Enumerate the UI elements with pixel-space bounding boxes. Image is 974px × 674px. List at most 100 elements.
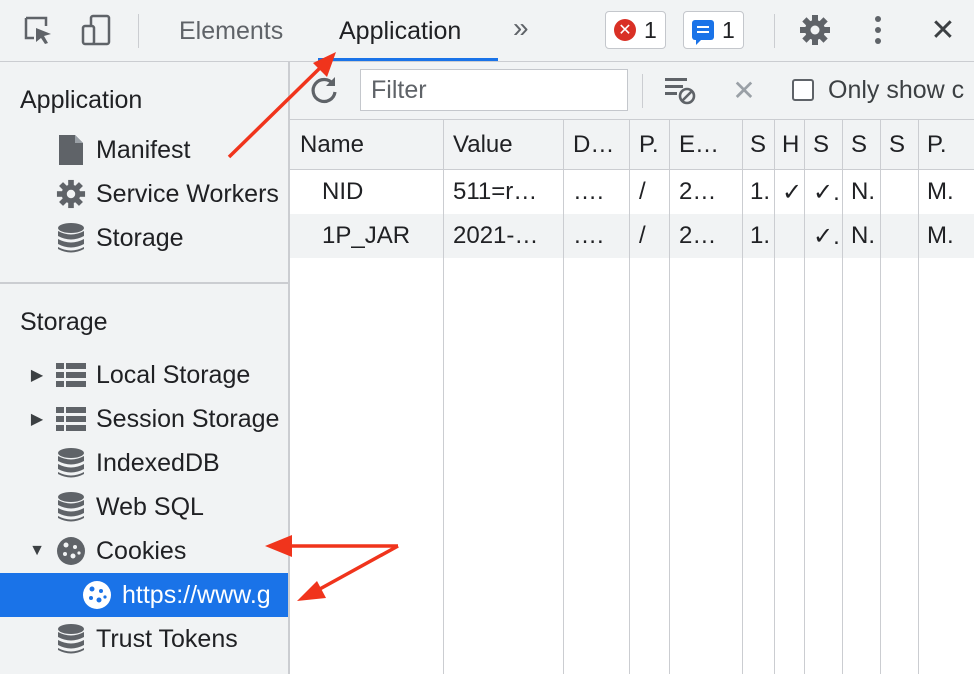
sidebar-heading-storage: Storage [20,308,108,336]
cookie-icon [80,578,114,612]
column-divider[interactable] [669,120,670,674]
more-options-kebab-icon[interactable] [860,12,896,48]
collapse-triangle-icon[interactable]: ▼ [28,542,46,560]
sidebar-item-label: Service Workers [96,179,279,208]
error-count-badge[interactable]: ✕ 1 [605,11,666,49]
sidebar-item-service-workers[interactable]: Service Workers [0,172,288,216]
cookie-priority-cell: M. [927,222,954,249]
cookie-expires-cell: 2… [679,178,717,205]
column-header-expires[interactable]: E… [669,120,742,169]
filterbar-separator [642,74,643,108]
delete-selected-icon[interactable]: ✕ [726,72,762,108]
table-header-row: Name Value D… P. E… S H S S S P. [290,120,974,170]
table-row[interactable]: 1P_JAR 2021-… …. / 2… 1. ✓. N. M. [290,214,974,258]
cookie-httponly-cell: ✓ [782,178,803,206]
cookie-sameparty-cell [880,214,918,258]
sidebar-item-label: https://www.g [122,580,271,609]
column-header-priority[interactable]: P. [918,120,974,169]
active-tab-indicator [318,58,498,61]
sidebar-item-label: Local Storage [96,360,251,389]
sidebar-item-label: IndexedDB [96,448,220,477]
column-divider[interactable] [443,120,444,674]
sidebar-item-web-sql[interactable]: Web SQL [0,485,288,529]
column-divider[interactable] [918,120,919,674]
sidebar-divider [0,282,288,284]
column-header-name[interactable]: Name [290,120,443,169]
column-header-samesite[interactable]: S [842,120,880,169]
cookie-samesite-cell: N. [851,178,875,205]
cookie-value-cell: 2021-… [453,222,539,249]
column-divider[interactable] [563,120,564,674]
database-icon [54,221,88,255]
sidebar-item-manifest[interactable]: Manifest [0,128,288,172]
application-sidebar: Application Manifest Service Workers Sto… [0,62,290,674]
column-header-path[interactable]: P. [629,120,669,169]
message-count-badge[interactable]: 1 [683,11,744,49]
table-row[interactable]: NID 511=r… …. / 2… 1. ✓ ✓. N. M. [290,170,974,214]
cookie-domain-cell: …. [573,222,604,249]
close-devtools-icon[interactable]: ✕ [925,12,961,48]
column-divider[interactable] [804,120,805,674]
clear-filtered-cookies-icon[interactable] [662,72,698,108]
grid-icon [54,358,88,392]
cookies-filter-bar: ✕ Only show c [290,62,974,120]
column-header-size[interactable]: S [742,120,774,169]
cookie-path-cell: / [639,178,646,205]
only-show-issues-checkbox[interactable] [792,79,814,101]
filter-input[interactable] [360,69,628,111]
expand-triangle-icon[interactable]: ▶ [28,409,46,429]
sidebar-item-label: Web SQL [96,492,204,521]
column-divider[interactable] [842,120,843,674]
sidebar-item-session-storage[interactable]: ▶ Session Storage [0,397,288,441]
sidebar-item-storage[interactable]: Storage [0,216,288,260]
cookie-size-cell: 1. [750,178,771,205]
column-divider[interactable] [774,120,775,674]
toolbar-separator [774,14,775,48]
column-divider[interactable] [742,120,743,674]
tab-application[interactable]: Application [339,0,461,62]
database-icon [54,446,88,480]
sidebar-item-local-storage[interactable]: ▶ Local Storage [0,353,288,397]
sidebar-item-indexeddb[interactable]: IndexedDB [0,441,288,485]
message-count: 1 [722,16,735,43]
database-icon [54,490,88,524]
toolbar-separator [138,14,139,48]
cookie-sameparty-cell [880,170,918,214]
cookie-icon [54,534,88,568]
cookie-samesite-cell: N. [851,222,875,249]
cookie-value-cell: 511=r… [453,178,538,205]
sidebar-item-label: Storage [96,223,184,252]
sidebar-heading-application: Application [20,86,143,114]
cookie-path-cell: / [639,222,646,249]
cookies-table: Name Value D… P. E… S H S S S P. NID 511… [290,120,974,674]
more-tabs-chevron-icon[interactable]: » [513,12,528,44]
column-header-secure[interactable]: S [804,120,842,169]
inspect-element-icon[interactable] [20,12,56,48]
cookie-secure-cell: ✓. [813,222,840,250]
sidebar-item-label: Cookies [96,536,187,565]
column-header-value[interactable]: Value [443,120,563,169]
database-icon [54,622,88,656]
sidebar-item-label: Session Storage [96,404,280,433]
tab-elements[interactable]: Elements [179,0,283,62]
sidebar-item-trust-tokens[interactable]: Trust Tokens [0,617,288,661]
column-divider[interactable] [629,120,630,674]
column-header-domain[interactable]: D… [563,120,629,169]
cookie-name-cell: 1P_JAR [322,222,411,249]
sidebar-item-cookies[interactable]: ▼ Cookies [0,529,288,573]
gear-icon [54,177,88,211]
column-divider[interactable] [880,120,881,674]
sidebar-item-label: Manifest [96,135,191,164]
column-header-sameparty[interactable]: S [880,120,918,169]
column-header-httponly[interactable]: H [774,120,804,169]
message-icon [692,20,714,45]
cookie-secure-cell: ✓. [813,178,840,206]
device-toolbar-icon[interactable] [78,12,114,48]
cookie-size-cell: 1. [750,222,771,249]
settings-gear-icon[interactable] [797,12,833,48]
refresh-icon[interactable] [306,72,342,108]
cookie-expires-cell: 2… [679,222,717,249]
expand-triangle-icon[interactable]: ▶ [28,365,46,385]
sidebar-item-cookies-origin[interactable]: https://www.g [0,573,288,617]
error-count: 1 [644,16,657,43]
